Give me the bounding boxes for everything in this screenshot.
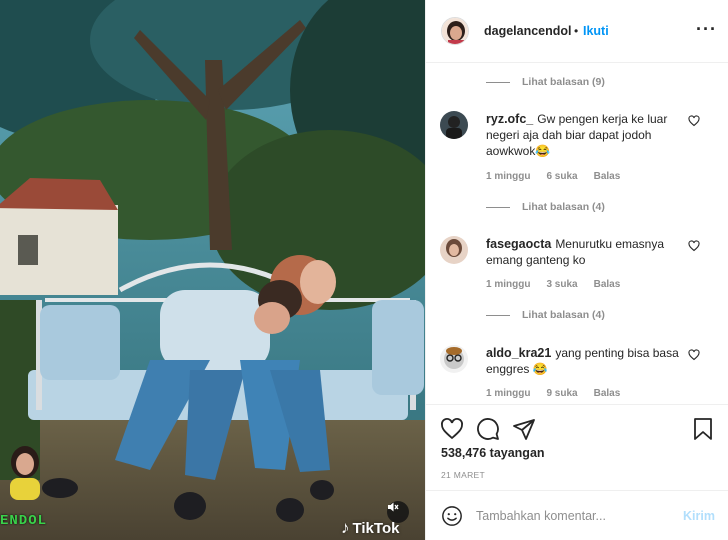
view-replies-label: Lihat balasan (4) [522,309,605,321]
comment-meta: 1 minggu 6 suka Balas [486,171,620,182]
replies-divider [486,206,510,208]
tiktok-note-icon: ♪ [341,518,350,537]
comment-meta: 1 minggu 3 suka Balas [486,279,620,290]
comment-likes[interactable]: 6 suka [546,171,577,182]
post-actions: 538,476 tayangan 21 MARET [426,404,728,490]
view-replies-label: Lihat balasan (4) [522,201,605,213]
comment-text: fasegaocta Menurutku emasnya emang ganten… [486,236,681,268]
comment-icon[interactable] [476,417,500,441]
video-frame [0,0,425,540]
share-icon[interactable] [512,417,536,441]
post-side-panel: dagelancendol • Ikuti ··· Lihat balasan … [425,0,728,540]
view-count[interactable]: 538,476 tayangan [441,446,545,460]
heart-icon[interactable] [440,417,464,441]
speaker-muted-icon [388,502,399,512]
view-replies-button[interactable]: Lihat balasan (9) [486,76,605,88]
heart-icon[interactable] [688,240,700,252]
add-comment-bar: Kirim [426,490,728,540]
emoji-icon[interactable] [441,505,463,527]
comment-item: ryz.ofc_ Gw pengen kerja ke luar negeri a… [426,111,728,191]
commenter-avatar[interactable] [440,345,468,373]
comment-input[interactable] [476,506,666,526]
post-date[interactable]: 21 MARET [441,470,485,480]
commenter-username[interactable]: ryz.ofc_ [486,112,533,126]
comment-item: aldo_kra21 yang penting bisa basa enggres… [426,345,728,404]
comments-list[interactable]: Lihat balasan (9) ryz.ofc_ Gw pengen kerj… [426,64,728,404]
ellipsis-icon[interactable]: ··· [696,19,717,40]
video-corner-label: ENDOL [0,513,48,529]
commenter-avatar[interactable] [440,236,468,264]
comment-text: aldo_kra21 yang penting bisa basa enggres… [486,345,681,377]
commenter-username[interactable]: fasegaocta [486,237,551,251]
post-video[interactable]: ENDOL ♪ TikTok [0,0,425,540]
reply-button[interactable]: Balas [594,171,621,182]
header-separator: • [574,24,579,38]
commenter-avatar[interactable] [440,111,468,139]
post-comment-button[interactable]: Kirim [683,509,715,523]
comment-time[interactable]: 1 minggu [486,279,530,290]
heart-icon[interactable] [688,115,700,127]
comment-text: ryz.ofc_ Gw pengen kerja ke luar negeri a… [486,111,681,159]
view-replies-button[interactable]: Lihat balasan (4) [486,309,605,321]
tiktok-watermark-text: TikTok [352,519,400,537]
author-username[interactable]: dagelancendol [484,24,572,38]
author-avatar[interactable] [441,17,469,45]
commenter-username[interactable]: aldo_kra21 [486,346,551,360]
tiktok-creator-avatar-image [2,440,48,500]
comment-item: fasegaocta Menurutku emasnya emang ganten… [426,236,728,296]
replies-divider [486,81,510,83]
post-header: dagelancendol • Ikuti ··· [426,0,728,63]
follow-button[interactable]: Ikuti [583,24,609,38]
comment-time[interactable]: 1 minggu [486,171,530,182]
view-replies-button[interactable]: Lihat balasan (4) [486,201,605,213]
heart-icon[interactable] [688,349,700,361]
comment-likes[interactable]: 3 suka [546,279,577,290]
reply-button[interactable]: Balas [594,279,621,290]
bookmark-icon[interactable] [691,417,715,441]
reply-button[interactable]: Balas [594,388,621,399]
comment-time[interactable]: 1 minggu [486,388,530,399]
replies-divider [486,314,510,316]
view-replies-label: Lihat balasan (9) [522,76,605,88]
comment-likes[interactable]: 9 suka [546,388,577,399]
comment-meta: 1 minggu 9 suka Balas [486,388,620,399]
mute-button[interactable] [387,501,409,523]
